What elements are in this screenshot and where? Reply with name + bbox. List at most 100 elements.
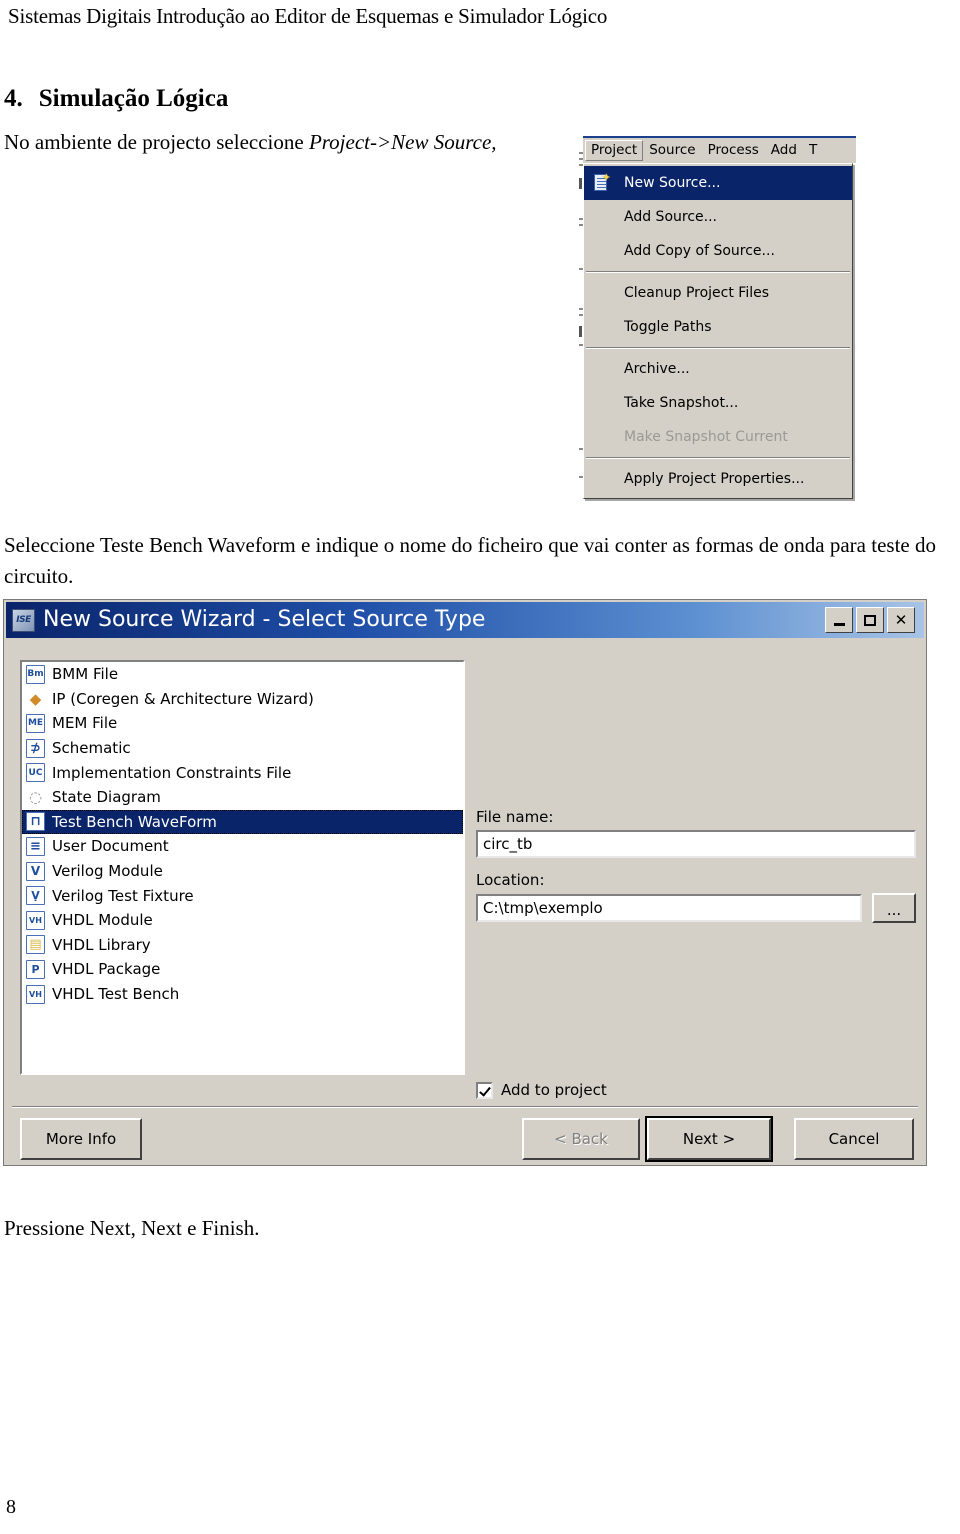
list-item-label: Test Bench WaveForm <box>52 812 217 831</box>
menu-item-add-copy-of-source[interactable]: Add Copy of Source... <box>584 234 852 268</box>
menubar-item-source[interactable]: Source <box>643 140 701 161</box>
menu-separator <box>586 271 850 273</box>
menubar-item-project[interactable]: Project <box>585 140 644 161</box>
ise-project-menu-screenshot: Project Source Process Add T ✦ New Sourc… <box>578 136 856 499</box>
menu-item-cleanup-project-files[interactable]: Cleanup Project Files <box>584 276 852 310</box>
menubar-item-add[interactable]: Add <box>765 140 803 161</box>
list-item-label: BMM File <box>52 665 119 684</box>
add-to-project-label: Add to project <box>501 1081 607 1099</box>
next-button[interactable]: Next > <box>647 1118 771 1160</box>
list-item-label: VHDL Module <box>52 911 153 930</box>
dialog-body: Bm BMM File ◆ IP (Coregen & Architecture W… <box>6 638 924 1163</box>
vhdl-package-icon: P <box>26 959 45 979</box>
intro-menu-path: Project->New Source, <box>308 130 497 154</box>
list-item-label: Implementation Constraints File <box>52 763 292 782</box>
list-item-label: Verilog Module <box>52 862 163 881</box>
location-label: Location: <box>476 871 545 889</box>
list-item[interactable]: UC Implementation Constraints File <box>22 760 463 785</box>
list-item[interactable]: Ṿ Verilog Test Fixture <box>22 883 463 908</box>
project-dropdown-menu[interactable]: ✦ New Source... Add Source... Add Copy o… <box>583 163 853 499</box>
list-item[interactable]: ⊅ Schematic <box>22 736 463 761</box>
menu-item-toggle-paths[interactable]: Toggle Paths <box>584 310 852 344</box>
ise-app-icon: ISE <box>12 608 35 632</box>
list-item[interactable]: ◆ IP (Coregen & Architecture Wizard) <box>22 687 463 712</box>
list-item[interactable]: ▤ VHDL Library <box>22 933 463 958</box>
section-number: 4. <box>4 85 23 112</box>
list-item[interactable]: VH VHDL Module <box>22 908 463 933</box>
source-type-list[interactable]: Bm BMM File ◆ IP (Coregen & Architecture W… <box>20 660 465 1075</box>
list-item[interactable]: Bm BMM File <box>22 662 463 687</box>
menu-item-apply-project-properties[interactable]: Apply Project Properties... <box>584 462 852 496</box>
menubar-item-tools[interactable]: T <box>803 140 823 161</box>
file-name-group: File name: circ_tb <box>476 808 916 858</box>
state-diagram-icon: ◌ <box>28 788 43 807</box>
test-bench-waveform-icon: ⊓ <box>26 812 45 832</box>
menu-item-label: Add Source... <box>624 209 717 225</box>
intro-paragraph: No ambiente de projecto seleccione Proje… <box>4 127 497 157</box>
footer-divider <box>12 1106 918 1107</box>
menu-item-archive[interactable]: Archive... <box>584 352 852 386</box>
list-item-label: MEM File <box>52 714 118 733</box>
menu-separator <box>586 457 850 459</box>
mem-file-icon: ME <box>26 713 45 733</box>
maximize-icon <box>864 614 876 626</box>
list-item[interactable]: V Verilog Module <box>22 859 463 884</box>
minimize-icon <box>833 622 845 626</box>
file-name-input[interactable]: circ_tb <box>476 830 916 858</box>
list-item[interactable]: P VHDL Package <box>22 957 463 982</box>
minimize-button[interactable] <box>825 607 853 633</box>
list-item-label: State Diagram <box>52 788 161 807</box>
list-item[interactable]: ◌ State Diagram <box>22 785 463 810</box>
menu-item-label: New Source... <box>624 175 721 191</box>
browse-button[interactable]: ... <box>872 893 916 923</box>
menu-item-add-source[interactable]: Add Source... <box>584 200 852 234</box>
back-button: < Back <box>522 1118 640 1160</box>
list-item-label: Verilog Test Fixture <box>52 886 194 905</box>
window-controls[interactable]: ✕ <box>825 607 915 633</box>
menu-separator <box>586 347 850 349</box>
menu-item-label: Take Snapshot... <box>624 395 739 411</box>
file-name-label: File name: <box>476 808 554 826</box>
menu-item-label: Make Snapshot Current <box>624 429 788 445</box>
close-button[interactable]: ✕ <box>887 607 915 633</box>
intro-text: No ambiente de projecto seleccione <box>4 130 309 154</box>
vhdl-module-icon: VH <box>26 910 45 930</box>
new-source-icon: ✦ <box>592 172 611 193</box>
vhdl-library-icon: ▤ <box>26 935 45 955</box>
list-item-label: Schematic <box>52 739 131 758</box>
schematic-icon: ⊅ <box>26 738 45 758</box>
dialog-title: New Source Wizard - Select Source Type <box>43 607 486 632</box>
ise-menu-bar[interactable]: Project Source Process Add T <box>583 136 856 163</box>
list-item-test-bench-waveform[interactable]: ⊓ Test Bench WaveForm <box>22 809 463 835</box>
dialog-button-row: More Info < Back Next > Cancel <box>6 1118 924 1164</box>
add-to-project-checkbox[interactable] <box>476 1081 493 1099</box>
implementation-constraints-icon: UC <box>26 763 45 783</box>
list-item-label: VHDL Test Bench <box>52 985 180 1004</box>
menu-item-take-snapshot[interactable]: Take Snapshot... <box>584 386 852 420</box>
new-source-wizard-dialog: ISE New Source Wizard - Select Source Ty… <box>4 600 926 1165</box>
menubar-item-process[interactable]: Process <box>702 140 765 161</box>
vhdl-test-bench-icon: VH <box>26 984 45 1004</box>
maximize-button[interactable] <box>856 607 884 633</box>
list-item-label: VHDL Library <box>52 935 151 954</box>
menu-item-new-source[interactable]: ✦ New Source... <box>584 166 852 200</box>
verilog-test-fixture-icon: Ṿ <box>26 886 45 906</box>
menu-item-label: Archive... <box>624 361 690 377</box>
middle-paragraph: Seleccione Teste Bench Waveform e indiqu… <box>4 533 936 588</box>
list-item[interactable]: VH VHDL Test Bench <box>22 982 463 1007</box>
location-group: Location: C:\tmp\exemplo ... <box>476 871 916 923</box>
cancel-button[interactable]: Cancel <box>794 1118 914 1160</box>
more-info-button[interactable]: More Info <box>20 1118 142 1160</box>
bmm-file-icon: Bm <box>26 664 45 684</box>
user-document-icon: ≡ <box>26 836 45 856</box>
file-details-pane: File name: circ_tb Location: C:\tmp\exem… <box>476 808 916 936</box>
dialog-title-bar[interactable]: ISE New Source Wizard - Select Source Ty… <box>6 602 924 638</box>
running-header: Sistemas Digitais Introdução ao Editor d… <box>8 4 608 28</box>
list-item[interactable]: ≡ User Document <box>22 834 463 859</box>
add-to-project-row[interactable]: Add to project <box>476 1081 607 1099</box>
list-item[interactable]: ME MEM File <box>22 711 463 736</box>
ip-coregen-icon: ◆ <box>29 689 42 708</box>
location-row: C:\tmp\exemplo ... <box>476 893 916 923</box>
menu-item-make-snapshot-current: Make Snapshot Current <box>584 420 852 454</box>
location-input[interactable]: C:\tmp\exemplo <box>476 894 862 922</box>
